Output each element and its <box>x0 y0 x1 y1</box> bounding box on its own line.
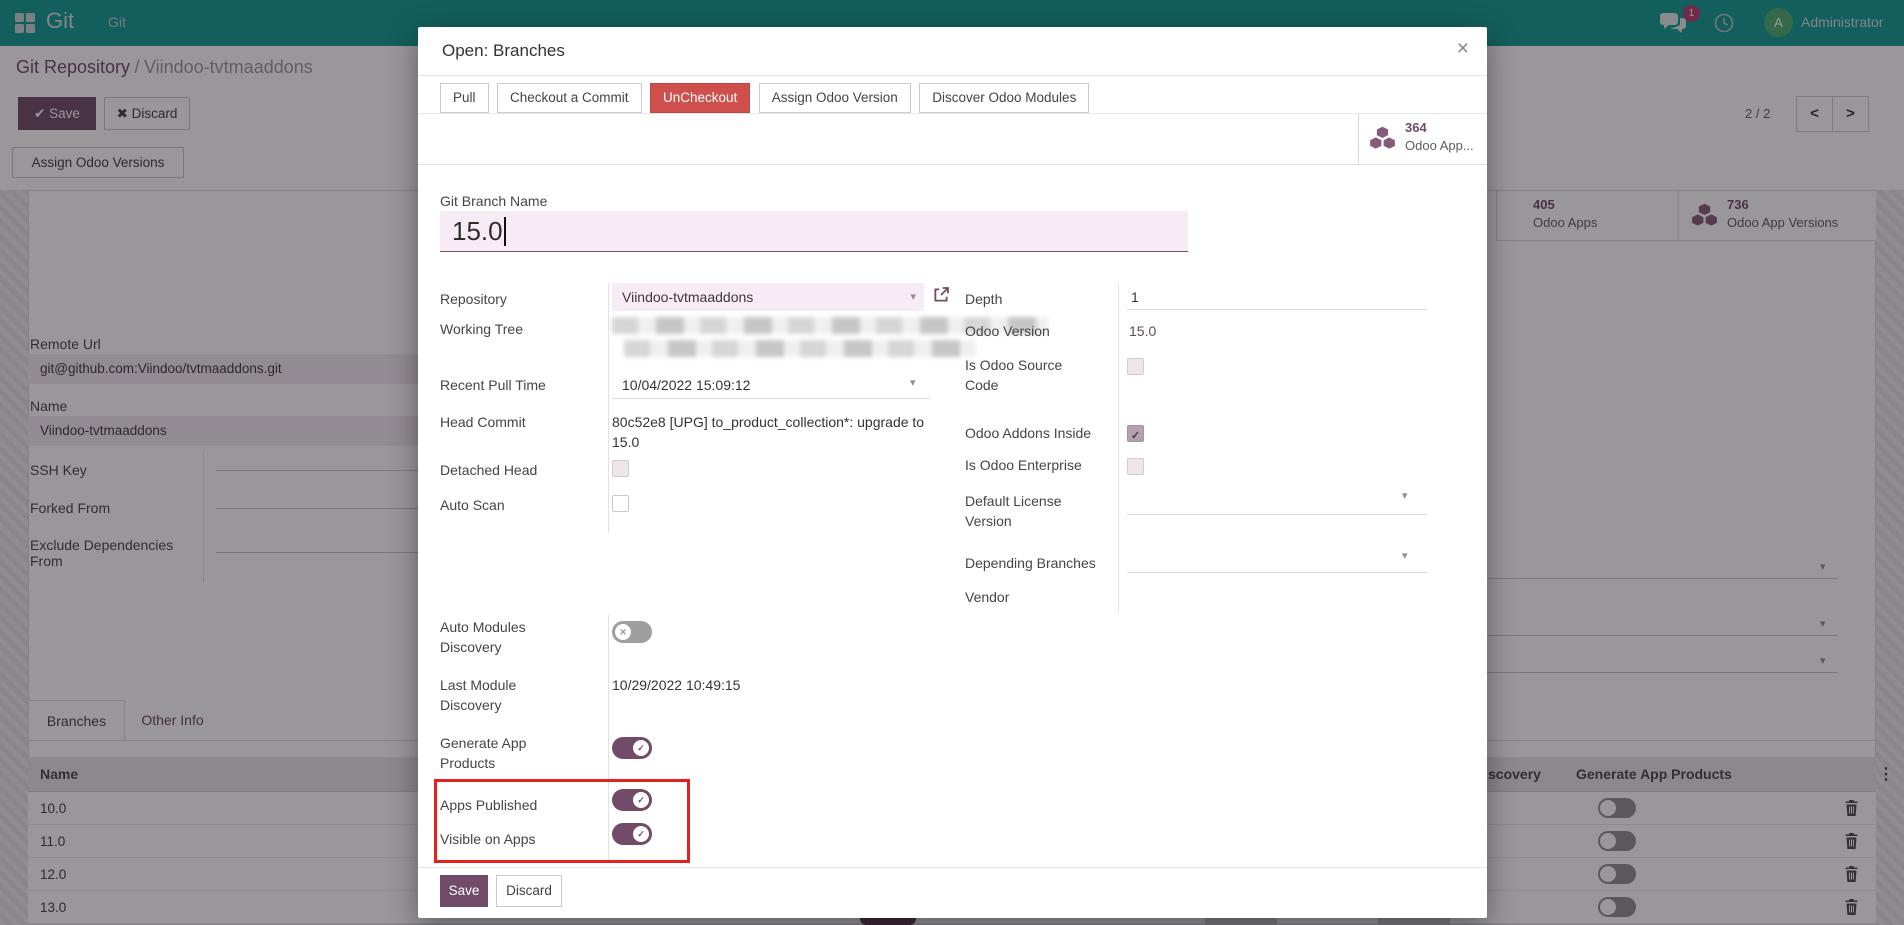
modal-title: Open: Branches <box>442 41 565 61</box>
is-odoo-enterprise-checkbox[interactable] <box>1127 458 1144 475</box>
odoo-version-value[interactable]: 15.0 <box>1129 321 1156 341</box>
working-tree-label: Working Tree <box>440 319 523 339</box>
auto-scan-label: Auto Scan <box>440 495 505 515</box>
auto-modules-discovery-label: Auto Modules Discovery <box>440 617 555 658</box>
divider <box>418 75 1487 76</box>
close-icon[interactable]: × <box>1457 37 1469 61</box>
generate-app-products-label: Generate App Products <box>440 733 555 774</box>
git-branch-name-value: 15.0 <box>452 216 503 246</box>
repository-label: Repository <box>440 289 507 309</box>
group-divider <box>608 283 609 533</box>
modal-action-bar: Pull Checkout a Commit UnCheckout Assign… <box>440 83 1093 113</box>
depending-branches-field[interactable] <box>1127 572 1427 573</box>
default-license-version-field[interactable] <box>1127 514 1427 515</box>
odoo-version-label: Odoo Version <box>965 321 1050 341</box>
depending-branches-label: Depending Branches <box>965 553 1165 573</box>
repository-value: Viindoo-tvtmaaddons <box>612 289 753 305</box>
stat-button-odoo-apps-modal[interactable]: 364 Odoo App... <box>1358 114 1487 164</box>
chevron-down-icon: ▾ <box>1402 549 1408 562</box>
field-underline <box>612 398 930 399</box>
modal-discard-button[interactable]: Discard <box>496 875 562 907</box>
divider <box>418 113 1487 114</box>
field-underline <box>1127 309 1427 310</box>
modal-save-button[interactable]: Save <box>440 875 488 907</box>
odoo-addons-inside-label: Odoo Addons Inside <box>965 423 1091 443</box>
depth-label: Depth <box>965 289 1002 309</box>
recent-pull-time-value[interactable]: 10/04/2022 15:09:12 <box>622 375 750 395</box>
pull-button[interactable]: Pull <box>440 83 489 113</box>
git-branch-name-input[interactable]: 15.0 <box>440 211 1188 252</box>
detached-head-label: Detached Head <box>440 460 537 480</box>
chevron-down-icon: ▾ <box>910 283 916 311</box>
stat-value: 364 <box>1405 120 1427 135</box>
cubes-icon <box>1369 125 1396 157</box>
odoo-addons-inside-checkbox[interactable] <box>1127 425 1144 442</box>
working-tree-redacted-value <box>624 340 976 357</box>
chevron-down-icon: ▾ <box>1402 489 1408 502</box>
open-branches-modal: Open: Branches × Pull Checkout a Commit … <box>418 27 1487 918</box>
detached-head-checkbox[interactable] <box>612 460 629 477</box>
is-odoo-source-code-checkbox[interactable] <box>1127 358 1144 375</box>
discover-odoo-modules-button[interactable]: Discover Odoo Modules <box>919 83 1089 113</box>
chevron-down-icon: ▾ <box>910 376 916 389</box>
is-odoo-source-code-label: Is Odoo Source Code <box>965 355 1090 396</box>
divider <box>418 867 1487 868</box>
text-cursor <box>504 217 506 246</box>
last-module-discovery-value: 10/29/2022 10:49:15 <box>612 675 740 695</box>
git-branch-name-label: Git Branch Name <box>440 191 547 211</box>
screen: Git Git 1 A Administrator Git Repository… <box>0 0 1904 925</box>
divider <box>418 164 1487 165</box>
checkout-a-commit-button[interactable]: Checkout a Commit <box>497 83 642 113</box>
auto-scan-checkbox[interactable] <box>612 495 629 512</box>
depth-value[interactable]: 1 <box>1131 287 1139 307</box>
repository-select[interactable]: Viindoo-tvtmaaddons ▾ <box>612 283 924 311</box>
uncheckout-button[interactable]: UnCheckout <box>650 83 750 113</box>
stat-label: Odoo App... <box>1405 138 1474 153</box>
head-commit-label: Head Commit <box>440 412 526 432</box>
default-license-version-label: Default License Version <box>965 491 1095 532</box>
annotation-highlight-box <box>434 779 690 863</box>
vendor-label: Vendor <box>965 587 1009 607</box>
auto-modules-discovery-toggle[interactable] <box>612 621 652 643</box>
head-commit-value: 80c52e8 [UPG] to_product_collection*: up… <box>612 412 934 453</box>
generate-app-products-toggle[interactable] <box>612 737 652 759</box>
last-module-discovery-label: Last Module Discovery <box>440 675 555 716</box>
assign-odoo-version-button[interactable]: Assign Odoo Version <box>759 83 911 113</box>
recent-pull-time-label: Recent Pull Time <box>440 375 546 395</box>
is-odoo-enterprise-label: Is Odoo Enterprise <box>965 455 1082 475</box>
external-link-icon[interactable] <box>932 286 950 309</box>
